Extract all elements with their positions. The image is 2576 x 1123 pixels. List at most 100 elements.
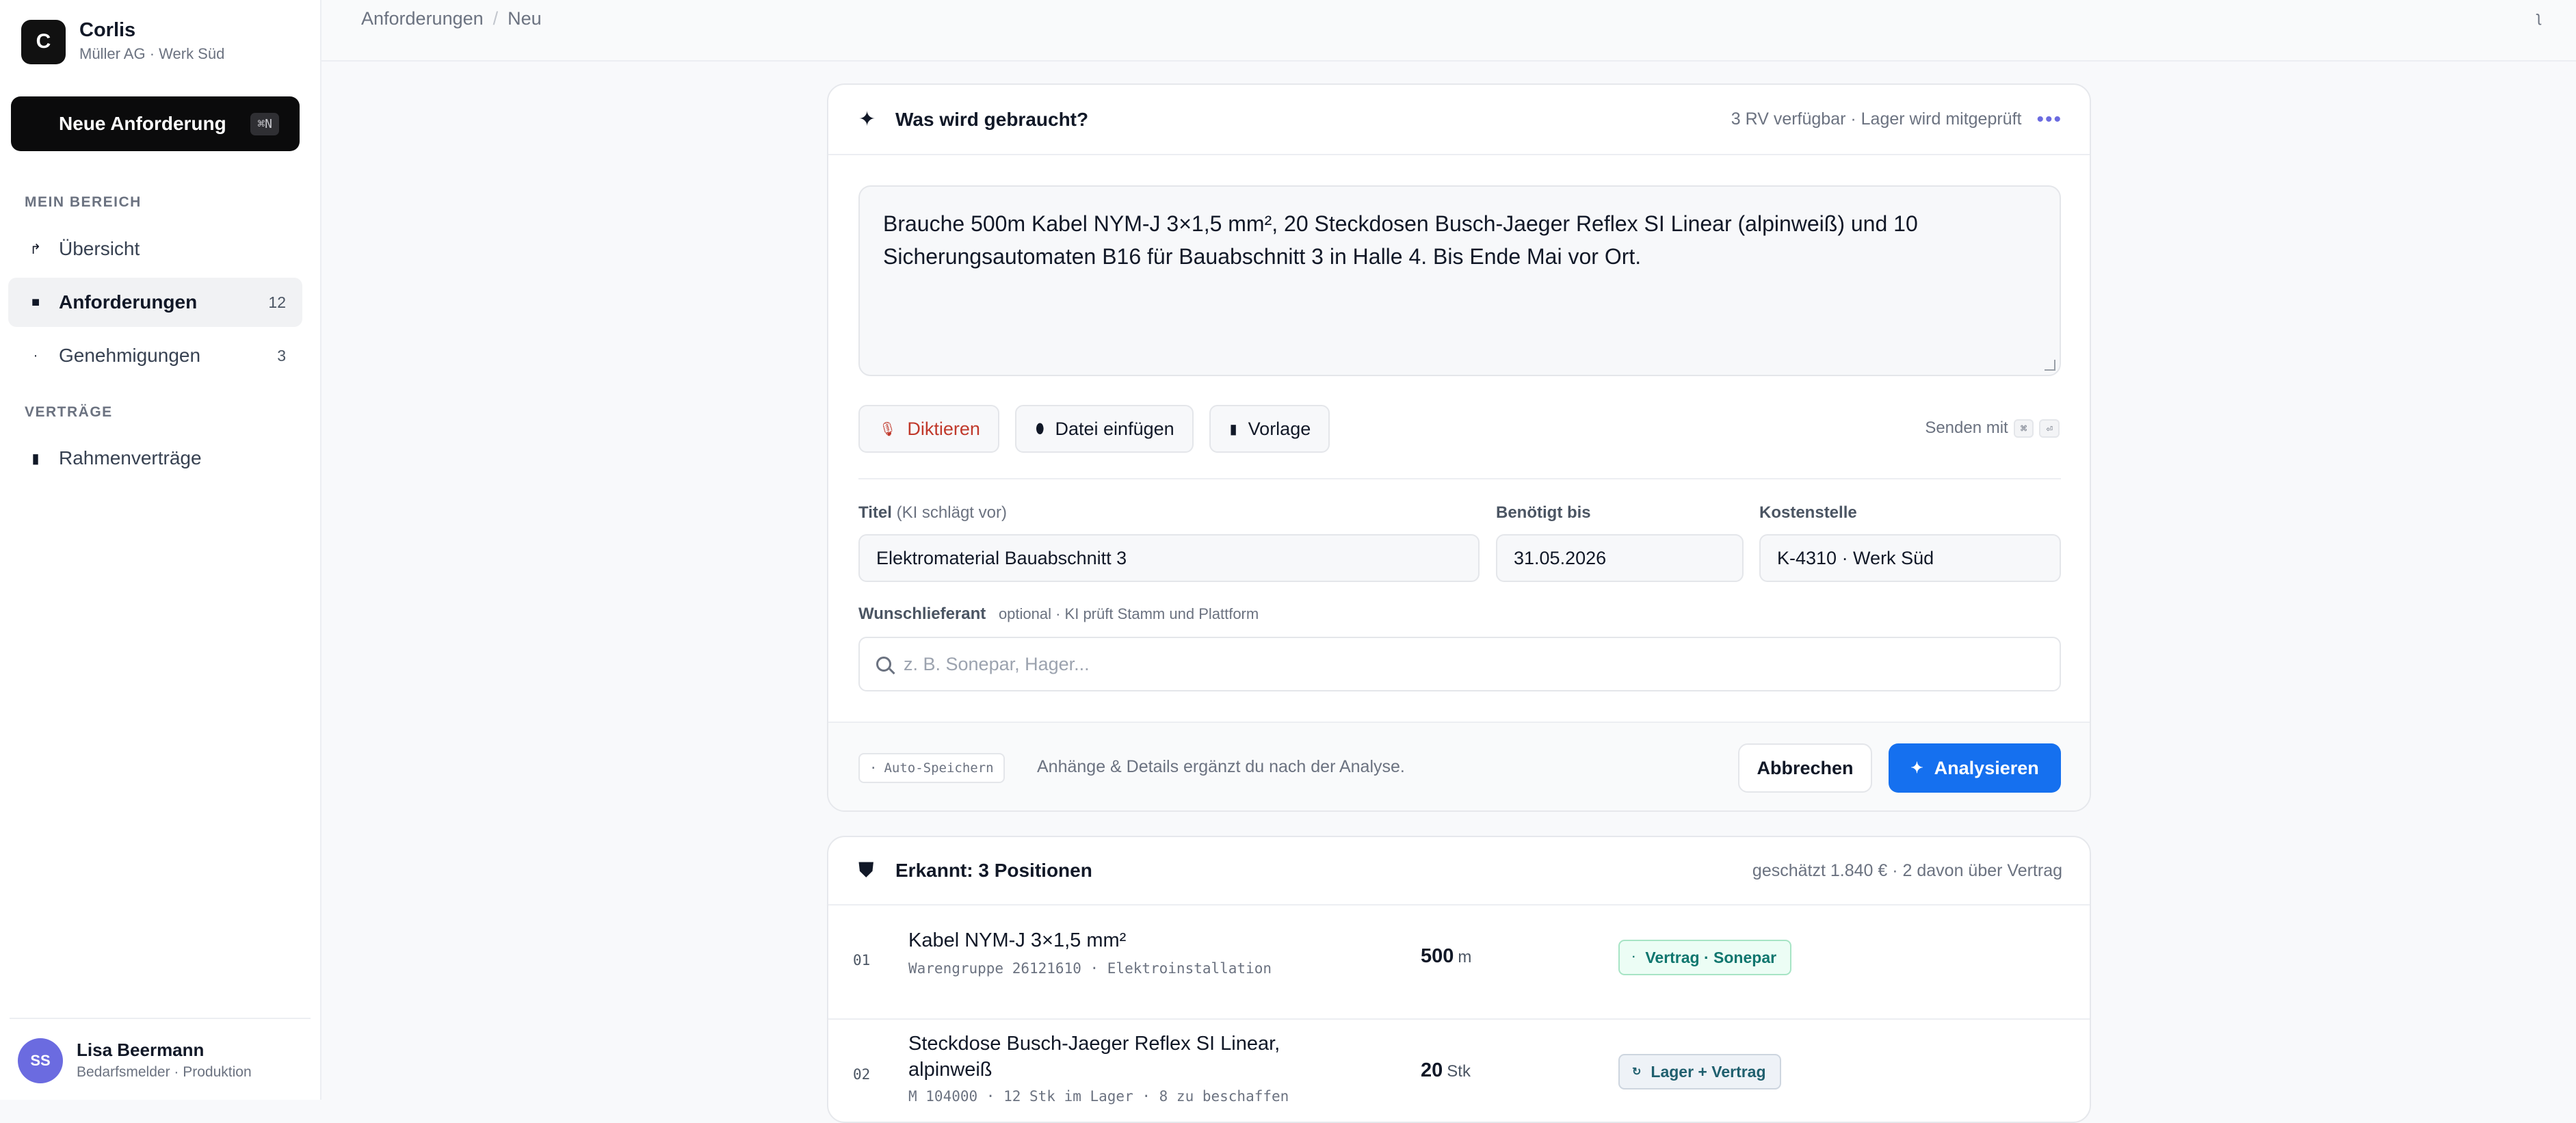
template-icon: ▮: [1229, 421, 1237, 437]
title-value: Elektromaterial Bauabschnitt 3: [876, 547, 1127, 568]
table-row[interactable]: 01 Kabel NYM-J 3×1,5 mm² Warengruppe 261…: [828, 919, 2090, 1005]
overview-icon: ↱: [29, 241, 42, 257]
brand-name: Corlis: [79, 19, 136, 41]
brand-subtitle: Müller AG · Werk Süd: [79, 45, 225, 62]
row-name: Kabel NYM-J 3×1,5 mm²: [908, 929, 1127, 951]
section-contracts: VERTRÄGE: [25, 404, 113, 420]
results-header: ⛊ Erkannt: 3 Positionen geschätzt 1.840 …: [828, 837, 2090, 906]
row-quantity-value: 20: [1421, 1059, 1443, 1081]
supplier-placeholder: z. B. Sonepar, Hager...: [904, 653, 1090, 674]
breadcrumb-requests[interactable]: Anforderungen: [361, 8, 484, 29]
row-subtitle: M 104000 · 12 Stk im Lager · 8 zu bescha…: [908, 1088, 1289, 1105]
row-number: 01: [853, 952, 871, 968]
sidebar: C Corlis Müller AG · Werk Süd Neue Anfor…: [0, 0, 321, 1100]
sidebar-item-requests[interactable]: ■ Anforderungen 12: [8, 278, 302, 327]
enter-key: ⏎: [2039, 419, 2060, 438]
cancel-button[interactable]: Abbrechen: [1738, 743, 1872, 793]
attach-file-button[interactable]: ⬮ Datei einfügen: [1014, 405, 1194, 453]
supplier-label: Wunschlieferant optional · KI prüft Stam…: [858, 605, 1259, 624]
user-name: Lisa Beermann: [77, 1040, 205, 1060]
top-bar: Anforderungen / Neu ʅ: [321, 0, 2576, 62]
paperclip-icon: ⬮: [1035, 421, 1044, 436]
due-date-value: 31.05.2026: [1514, 547, 1607, 568]
microphone-icon: 🎙: [879, 421, 897, 437]
sidebar-item-label: Übersicht: [59, 238, 140, 259]
resize-handle-icon[interactable]: [2045, 360, 2055, 371]
more-options-icon[interactable]: •••: [2036, 108, 2062, 131]
shield-icon: ⛊: [858, 859, 874, 882]
sidebar-item-label: Rahmenverträge: [59, 447, 202, 468]
row-quantity: 20 Stk: [1421, 1059, 1471, 1082]
supplier-label-hint: optional · KI prüft Stamm und Plattform: [998, 605, 1259, 622]
avatar: SS: [18, 1038, 63, 1083]
row-unit: m: [1458, 948, 1472, 966]
sidebar-item-count: 12: [268, 293, 286, 311]
autosave-badge: · Auto-Speichern: [858, 753, 1005, 783]
status-badge: · Vertrag · Sonepar: [1618, 940, 1792, 975]
sidebar-item-count: 3: [277, 346, 286, 365]
sparkle-icon: ✦: [1910, 759, 1923, 776]
row-name: Steckdose Busch-Jaeger Reflex SI Linear,: [908, 1033, 1280, 1055]
row-unit: Stk: [1447, 1062, 1471, 1081]
cmd-key: ⌘: [2013, 419, 2034, 438]
form-divider: [858, 478, 2061, 479]
contracts-icon: ▮: [31, 451, 40, 466]
brand-logo: C: [21, 19, 66, 64]
request-card: ✦ Was wird gebraucht? 3 RV verfügbar · L…: [827, 83, 2091, 812]
supplier-label-text: Wunschlieferant: [858, 605, 986, 623]
row-number: 02: [853, 1066, 871, 1083]
title-input[interactable]: Elektromaterial Bauabschnitt 3: [858, 534, 1480, 582]
title-label-hint: (KI schlägt vor): [896, 503, 1007, 522]
refresh-icon: ↻: [1632, 1066, 1642, 1078]
sidebar-item-contracts[interactable]: ▮ Rahmenverträge: [8, 434, 302, 483]
breadcrumb-separator: /: [492, 8, 499, 29]
request-card-title: Was wird gebraucht?: [895, 108, 1089, 130]
user-role: Bedarfsmelder · Produktion: [77, 1064, 252, 1080]
results-title: Erkannt: 3 Positionen: [895, 860, 1092, 881]
table-row[interactable]: 02 Steckdose Busch-Jaeger Reflex SI Line…: [828, 1018, 2090, 1122]
dictate-button[interactable]: 🎙 Diktieren: [858, 405, 999, 453]
due-date-input[interactable]: 31.05.2026: [1496, 534, 1744, 582]
badge-label: Vertrag · Sonepar: [1645, 948, 1777, 966]
row-name-line2: alpinweiß: [908, 1059, 993, 1081]
dot-icon: ·: [1632, 951, 1636, 963]
cancel-label: Abbrechen: [1757, 757, 1854, 778]
row-quantity-value: 500: [1421, 945, 1454, 967]
search-icon: [876, 657, 891, 672]
dictate-label: Diktieren: [907, 418, 980, 439]
template-label: Vorlage: [1248, 418, 1311, 439]
sidebar-item-overview[interactable]: ↱ Übersicht: [8, 224, 302, 274]
sidebar-divider: [10, 1018, 311, 1019]
request-prompt-input[interactable]: Brauche 500m Kabel NYM-J 3×1,5 mm², 20 S…: [858, 185, 2061, 376]
send-hint-label: Senden mit: [1925, 419, 2008, 437]
template-button[interactable]: ▮ Vorlage: [1209, 405, 1330, 453]
row-subtitle: Warengruppe 26121610 · Elektroinstallati…: [908, 960, 1272, 977]
due-date-label: Benötigt bis: [1496, 503, 1591, 522]
sidebar-item-label: Anforderungen: [59, 291, 198, 313]
cost-center-label: Kostenstelle: [1759, 503, 1857, 522]
footer-note: Anhänge & Details ergänzt du nach der An…: [1037, 757, 1405, 776]
results-summary: geschätzt 1.840 € · 2 davon über Vertrag: [1752, 860, 2062, 880]
cost-center-input[interactable]: K-4310 · Werk Süd: [1759, 534, 2061, 582]
requests-icon: ■: [31, 294, 40, 310]
title-label-text: Titel: [858, 503, 892, 522]
approvals-icon: ·: [33, 347, 38, 363]
sparkle-icon: ✦: [858, 108, 876, 131]
sidebar-item-approvals[interactable]: · Genehmigungen 3: [8, 331, 302, 380]
new-request-label: Neue Anforderung: [59, 113, 226, 134]
panel-toggle-icon[interactable]: ʅ: [2537, 8, 2540, 26]
send-hint: Senden mit ⌘ ⏎: [1925, 419, 2060, 438]
request-card-footer: · Auto-Speichern Anhänge & Details ergän…: [828, 722, 2090, 810]
user-profile[interactable]: SS Lisa Beermann Bedarfsmelder · Produkt…: [18, 1038, 252, 1083]
badge-label: Lager + Vertrag: [1651, 1062, 1766, 1081]
request-card-header: ✦ Was wird gebraucht? 3 RV verfügbar · L…: [828, 85, 2090, 155]
supplier-search-input[interactable]: z. B. Sonepar, Hager...: [858, 637, 2061, 691]
new-request-shortcut: ⌘N: [250, 112, 279, 135]
title-label: Titel (KI schlägt vor): [858, 503, 1007, 523]
brand[interactable]: C Corlis Müller AG · Werk Süd: [21, 18, 224, 66]
availability-status: 3 RV verfügbar · Lager wird mitgeprüft: [1731, 109, 2022, 129]
row-quantity: 500 m: [1421, 945, 1471, 968]
new-request-button[interactable]: Neue Anforderung ⌘N: [11, 96, 300, 151]
analyze-button[interactable]: ✦ Analysieren: [1889, 743, 2061, 793]
results-card: ⛊ Erkannt: 3 Positionen geschätzt 1.840 …: [827, 836, 2091, 1123]
